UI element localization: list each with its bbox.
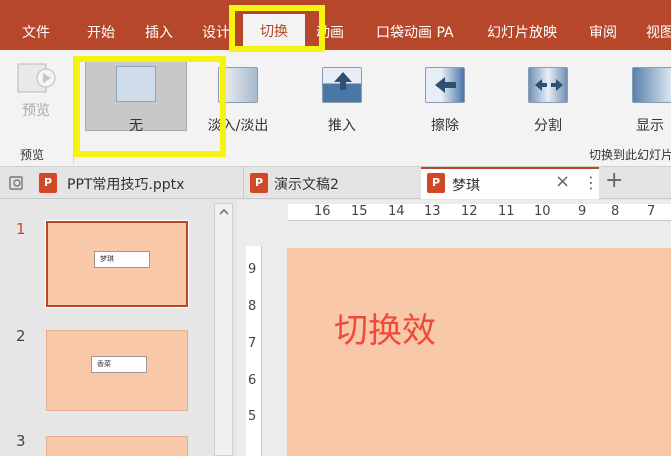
ruler-number: 10 — [534, 204, 551, 219]
tab-view[interactable]: 视图 — [646, 22, 671, 42]
doc-tab-title: PPT常用技巧.pptx — [67, 177, 185, 193]
close-tab-icon[interactable]: × — [555, 171, 570, 192]
transition-split-label: 分割 — [534, 118, 562, 134]
ruler-number: 13 — [424, 204, 441, 219]
transition-split[interactable]: 分割 — [518, 60, 578, 134]
doc-tab-1[interactable]: P PPT常用技巧.pptx — [33, 167, 243, 199]
preview-button[interactable]: 预览 — [8, 60, 64, 132]
ruler-number: 11 — [498, 204, 515, 219]
ruler-number: 8 — [611, 204, 620, 219]
powerpoint-icon: P — [39, 173, 57, 193]
transition-wipe-label: 擦除 — [431, 118, 459, 134]
current-slide[interactable]: 切换效 — [287, 248, 671, 456]
slide-thumbnail-3[interactable] — [46, 436, 188, 456]
tab-file[interactable]: 文件 — [22, 22, 50, 42]
ruler-number: 9 — [578, 204, 587, 219]
transition-reveal[interactable]: 显示 — [622, 60, 671, 134]
preview-group-label: 预览 — [20, 148, 45, 162]
slide-thumbnail-2[interactable]: 香菜 — [46, 330, 188, 411]
transition-reveal-thumb — [632, 67, 671, 103]
ruler-number: 16 — [314, 204, 331, 219]
transition-push-thumb — [322, 67, 362, 103]
doc-tab-2[interactable]: P 演示文稿2 — [243, 167, 421, 199]
transition-wipe[interactable]: 擦除 — [415, 60, 475, 134]
transition-push[interactable]: 推入 — [312, 60, 372, 134]
slide-title-text[interactable]: 切换效 — [334, 303, 436, 352]
ruler-number: 7 — [647, 204, 656, 219]
ruler-number: 7 — [248, 336, 257, 351]
ruler-number: 8 — [248, 299, 257, 314]
highlight-frame-none — [74, 56, 226, 157]
doc-tab-3[interactable]: P 梦琪 × ⋮ — [421, 167, 599, 199]
transition-wipe-thumb — [425, 67, 465, 103]
slide-number: 2 — [16, 327, 26, 345]
tab-insert[interactable]: 插入 — [145, 22, 173, 42]
ruler-number: 12 — [461, 204, 478, 219]
document-tab-bar: P PPT常用技巧.pptx P 演示文稿2 P 梦琪 × ⋮ + — [0, 167, 671, 199]
preview-label: 预览 — [22, 103, 50, 119]
slide-thumbnail-pane: 1 梦琪 2 香菜 3 — [0, 200, 236, 456]
slide-pane-scrollbar[interactable] — [214, 203, 233, 456]
ribbon-tab-bar: 文件 开始 插入 设计 切换 动画 口袋动画 PA 幻灯片放映 审阅 视图 — [0, 0, 671, 50]
slide-number: 3 — [16, 432, 26, 450]
horizontal-ruler: 16 15 14 13 12 11 10 9 8 7 — [288, 204, 671, 221]
doc-tab-title: 演示文稿2 — [274, 177, 339, 193]
transition-push-label: 推入 — [328, 118, 356, 134]
scroll-up-icon[interactable] — [218, 207, 230, 217]
slide-thumb-textbox: 梦琪 — [94, 251, 150, 268]
vertical-ruler: 9 8 7 6 5 — [246, 246, 262, 456]
tab-design[interactable]: 设计 — [202, 22, 230, 42]
arrow-up-icon — [334, 72, 352, 90]
powerpoint-icon: P — [427, 173, 445, 193]
tab-pocket-animation[interactable]: 口袋动画 PA — [376, 22, 454, 42]
ruler-number: 15 — [351, 204, 368, 219]
highlight-frame-tab — [229, 5, 325, 52]
split-arrows-icon — [535, 79, 563, 91]
new-tab-button[interactable]: + — [605, 168, 623, 193]
transition-group-label: 切换到此幻灯片 — [589, 148, 671, 162]
doc-tab-title: 梦琪 — [452, 178, 480, 194]
ruler-number: 5 — [248, 409, 257, 424]
tab-home[interactable]: 开始 — [87, 22, 115, 42]
slide-thumbnail-1[interactable]: 梦琪 — [45, 220, 189, 308]
more-options-icon[interactable]: ⋮ — [583, 173, 599, 192]
tab-slideshow[interactable]: 幻灯片放映 — [487, 22, 557, 42]
tab-review[interactable]: 审阅 — [589, 22, 617, 42]
transition-reveal-label: 显示 — [636, 118, 664, 134]
preview-icon — [17, 63, 56, 93]
powerpoint-icon: P — [250, 173, 268, 193]
ruler-number: 14 — [388, 204, 405, 219]
sync-icon[interactable] — [8, 174, 26, 192]
slide-number: 1 — [16, 220, 26, 238]
transition-split-thumb — [528, 67, 568, 103]
slide-thumb-textbox: 香菜 — [91, 356, 147, 373]
ruler-number: 9 — [248, 262, 257, 277]
ruler-number: 6 — [248, 373, 257, 388]
arrow-left-icon — [435, 77, 456, 93]
